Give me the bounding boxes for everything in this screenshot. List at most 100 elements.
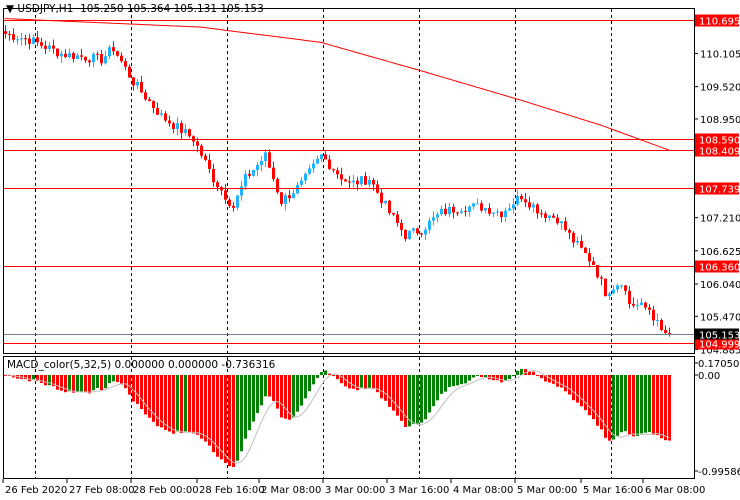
time-axis-label: 2 Mar 08:00 <box>261 485 321 496</box>
macd-value-1: 0.000000 <box>114 359 165 371</box>
macd-histogram-bar <box>144 375 147 415</box>
candle-body <box>8 33 11 35</box>
level-price-label: 106.360 <box>699 263 740 274</box>
candle-body <box>640 302 643 306</box>
moving-average-line <box>4 18 670 151</box>
current-price-label: 105.153 <box>699 331 740 342</box>
candle-body <box>360 176 363 185</box>
candle-body <box>588 253 591 262</box>
candle-body <box>80 55 83 57</box>
macd-histogram-bar <box>512 375 515 377</box>
macd-histogram-bar <box>452 375 455 387</box>
candle-body <box>272 167 275 180</box>
macd-histogram-bar <box>276 375 279 409</box>
candle-body <box>600 277 603 279</box>
macd-histogram-bar <box>56 375 59 390</box>
candle-body <box>128 66 131 78</box>
macd-histogram-bar <box>516 370 519 375</box>
macd-histogram-bar <box>620 375 623 433</box>
candle-body <box>168 120 171 124</box>
candle-body <box>32 37 35 44</box>
macd-histogram-bar <box>320 372 323 375</box>
candle-body <box>340 174 343 180</box>
candle-body <box>328 159 331 170</box>
macd-histogram-bar <box>384 375 387 401</box>
macd-histogram-bar <box>208 375 211 446</box>
macd-histogram-bar <box>176 375 179 432</box>
macd-histogram-bar <box>284 375 287 419</box>
macd-histogram-bar <box>180 375 183 434</box>
macd-histogram-bar <box>100 375 103 391</box>
macd-histogram-bar <box>308 375 311 392</box>
candle-body <box>536 204 539 214</box>
time-axis-label: 5 Mar 00:00 <box>517 485 577 496</box>
macd-histogram-bar <box>644 375 647 433</box>
candle-body <box>452 206 455 213</box>
macd-histogram-bar <box>572 375 575 401</box>
time-axis-label: 6 Mar 08:00 <box>645 485 705 496</box>
macd-histogram-bar <box>636 375 639 436</box>
candle-body <box>68 53 71 58</box>
macd-histogram-bar <box>584 375 587 411</box>
candle-body <box>412 228 415 231</box>
macd-histogram-bar <box>440 375 443 394</box>
macd-histogram-bar <box>148 375 151 418</box>
candle-body <box>232 205 235 208</box>
candle-body <box>96 53 99 55</box>
candle-body <box>320 154 323 159</box>
candle-body <box>380 192 383 204</box>
macd-histogram-bar <box>588 375 591 416</box>
candle-body <box>76 55 79 59</box>
price-scale-label: 109.520 <box>700 83 740 94</box>
macd-histogram-bar <box>136 375 139 404</box>
candle-body <box>472 203 475 207</box>
candle-body <box>116 51 119 56</box>
macd-histogram-bar <box>364 375 367 390</box>
macd-histogram-bar <box>508 375 511 380</box>
macd-pane-border <box>3 356 695 479</box>
candle-body <box>248 173 251 176</box>
macd-histogram-bar <box>460 375 463 385</box>
candle-body <box>440 208 443 215</box>
macd-histogram-bar <box>480 375 483 378</box>
macd-histogram-bar <box>412 375 415 424</box>
macd-histogram-bar <box>468 375 471 381</box>
candle-body <box>644 302 647 308</box>
macd-histogram-bar <box>656 375 659 436</box>
candle-body <box>160 113 163 115</box>
macd-histogram-bar <box>580 375 583 407</box>
macd-histogram-bar <box>76 375 79 392</box>
candle-body <box>104 56 107 64</box>
macd-histogram-bar <box>112 375 115 382</box>
ohlc-high: 105.364 <box>126 3 171 15</box>
macd-histogram-bar <box>232 375 235 467</box>
price-chart[interactable]: 110.105 109.520 108.950 107.210 106.625 106.0… <box>0 0 740 500</box>
macd-histogram-bar <box>632 375 635 437</box>
macd-histogram-bar <box>476 375 479 376</box>
candle-body <box>72 53 75 59</box>
candle-body <box>316 158 319 164</box>
candle-body <box>404 229 407 240</box>
candle-body <box>88 60 91 63</box>
candle-body <box>20 38 23 40</box>
macd-histogram-bar <box>532 371 535 375</box>
candle-body <box>484 208 487 211</box>
collapse-triangle-icon[interactable]: ▼ <box>6 3 17 15</box>
price-scale-label: 106.040 <box>700 280 740 291</box>
candle-body <box>512 204 515 209</box>
candle-body <box>236 195 239 208</box>
macd-histogram-bar <box>324 370 327 375</box>
candle-body <box>608 293 611 297</box>
candle-body <box>344 179 347 182</box>
macd-histogram-bar <box>472 375 475 378</box>
time-axis-label: 28 Feb 16:00 <box>199 485 265 496</box>
macd-histogram-bar <box>628 375 631 435</box>
time-axis-label: 4 Mar 08:00 <box>453 485 513 496</box>
candle-body <box>296 184 299 194</box>
candle-body <box>584 247 587 254</box>
macd-histogram-bar <box>652 375 655 435</box>
candle-body <box>492 212 495 214</box>
candle-body <box>288 195 291 199</box>
macd-histogram-bar <box>616 375 619 436</box>
candle-body <box>620 285 623 287</box>
